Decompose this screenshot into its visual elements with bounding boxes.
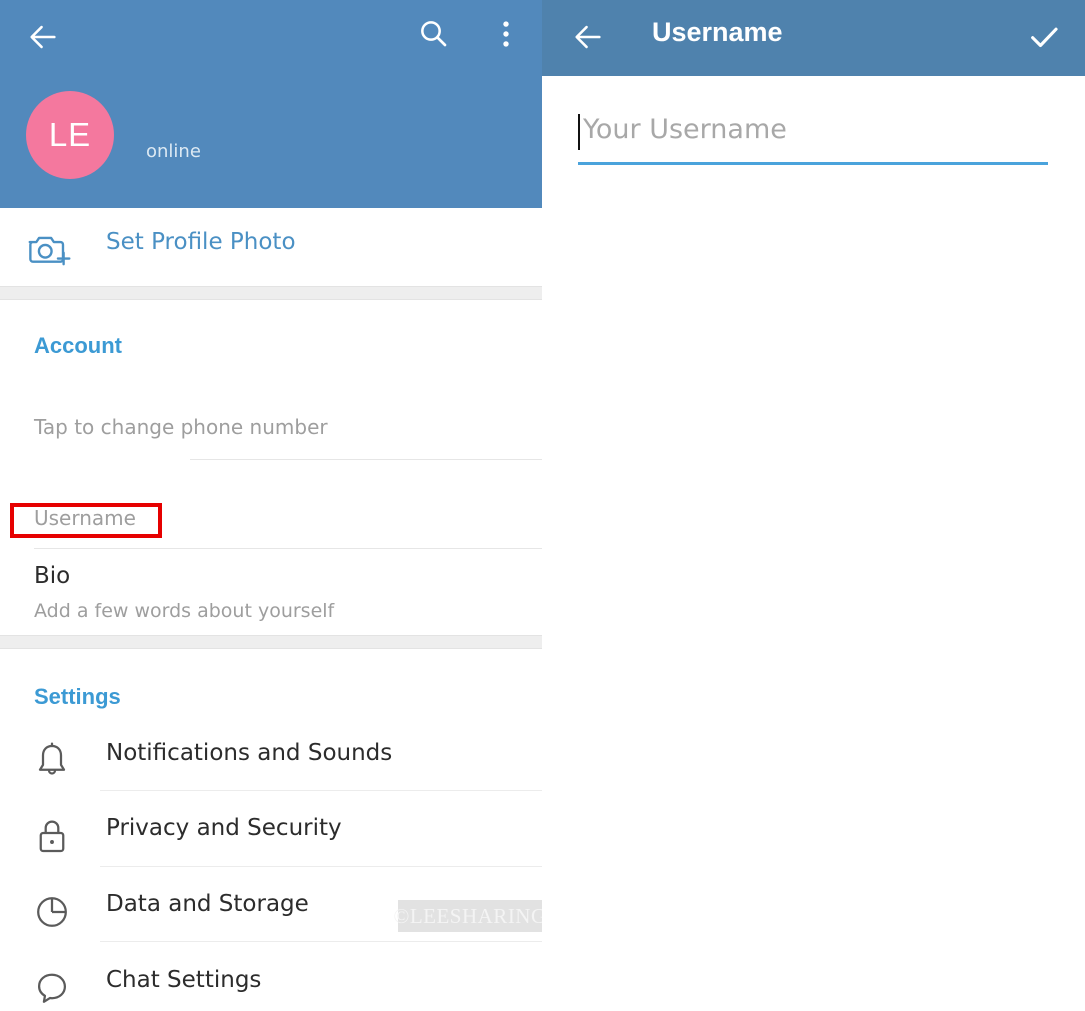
divider — [190, 459, 542, 460]
input-underline — [578, 162, 1048, 165]
phone-number-label: Tap to change phone number — [34, 415, 328, 439]
search-icon[interactable] — [417, 17, 449, 49]
bell-icon — [38, 742, 66, 775]
username-input-placeholder: Your Username — [583, 114, 787, 145]
overflow-menu-icon[interactable] — [495, 17, 517, 51]
app-root: LE online Set Profile Photo Account Tap … — [0, 0, 1085, 1011]
section-separator — [0, 635, 542, 649]
bio-sublabel: Add a few words about yourself — [34, 600, 335, 622]
divider — [34, 548, 542, 549]
text-cursor — [578, 114, 580, 150]
username-row[interactable]: Username — [0, 495, 542, 545]
settings-section-title: Settings — [34, 684, 121, 709]
lock-icon — [39, 820, 65, 853]
check-icon[interactable] — [1026, 20, 1062, 54]
divider — [100, 866, 542, 867]
sidebar-item-label: Chat Settings — [106, 967, 262, 993]
sidebar-item-notifications[interactable]: Notifications and Sounds — [0, 723, 542, 799]
divider — [100, 790, 542, 791]
camera-add-icon — [28, 236, 71, 266]
username-input[interactable]: Your Username — [578, 110, 1048, 166]
username-screen: Username Your Username You can choose a … — [542, 0, 1085, 1011]
phone-number-row[interactable]: Tap to change phone number — [0, 400, 542, 460]
set-profile-photo-label: Set Profile Photo — [106, 229, 296, 255]
watermark: ©LEESHARING — [393, 900, 542, 932]
online-status: online — [146, 141, 201, 162]
bio-row[interactable]: Bio Add a few words about yourself — [0, 558, 542, 630]
sidebar-item-chat-settings[interactable]: Chat Settings — [0, 950, 542, 1011]
pie-chart-icon — [37, 897, 67, 927]
set-profile-photo-row[interactable]: Set Profile Photo — [0, 208, 542, 286]
back-arrow-icon[interactable] — [571, 20, 605, 54]
sidebar-item-privacy[interactable]: Privacy and Security — [0, 798, 542, 874]
page-title: Username — [652, 17, 783, 47]
bio-label: Bio — [34, 563, 71, 589]
section-separator — [0, 286, 542, 300]
chat-bubble-icon — [37, 973, 67, 1003]
account-section-title: Account — [34, 333, 122, 358]
avatar[interactable]: LE — [26, 91, 114, 179]
sidebar-item-label: Notifications and Sounds — [106, 740, 393, 766]
username-header: Username — [542, 0, 1085, 76]
avatar-initials: LE — [48, 116, 92, 153]
profile-header: LE online — [0, 0, 542, 208]
settings-screen: LE online Set Profile Photo Account Tap … — [0, 0, 542, 1011]
sidebar-item-label: Data and Storage — [106, 891, 309, 917]
username-label: Username — [34, 506, 136, 530]
sidebar-item-label: Privacy and Security — [106, 815, 342, 841]
back-arrow-icon[interactable] — [26, 20, 60, 54]
divider — [100, 941, 542, 942]
